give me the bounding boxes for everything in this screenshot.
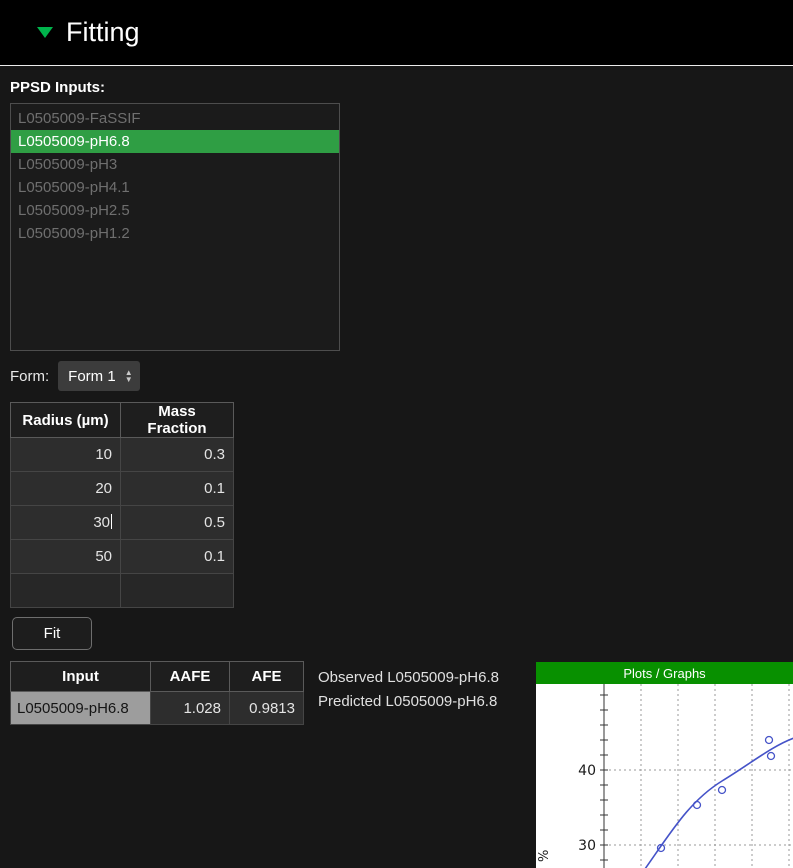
result-aafe-cell: 1.028	[151, 692, 230, 725]
plot-panel: Plots / Graphs	[536, 662, 793, 868]
table-header-row: Radius (µm) Mass Fraction	[11, 403, 234, 438]
afe-column-header: AFE	[230, 662, 304, 692]
list-item[interactable]: L0505009-pH1.2	[11, 222, 339, 245]
section-header: Fitting	[0, 0, 793, 66]
plot-legend: Observed L0505009-pH6.8 Predicted L05050…	[318, 666, 499, 714]
data-point-marker	[694, 802, 701, 809]
radius-mass-table: Radius (µm) Mass Fraction 10 0.3 20 0.1 …	[10, 402, 234, 608]
radius-column-header: Radius (µm)	[11, 403, 121, 438]
table-row: 20 0.1	[11, 472, 234, 506]
ppsd-inputs-label: PPSD Inputs:	[10, 79, 105, 96]
list-item[interactable]: L0505009-pH4.1	[11, 176, 339, 199]
plot-panel-title: Plots / Graphs	[623, 666, 705, 681]
spinner-arrows: ▲ ▼	[125, 369, 133, 383]
data-point-marker	[766, 737, 773, 744]
form-row: Form: Form 1 ▲ ▼	[10, 361, 140, 391]
list-item[interactable]: L0505009-pH3	[11, 153, 339, 176]
collapse-triangle-icon[interactable]	[37, 27, 53, 38]
legend-predicted: Predicted L0505009-pH6.8	[318, 690, 499, 714]
table-row-empty	[11, 574, 234, 608]
legend-observed: Observed L0505009-pH6.8	[318, 666, 499, 690]
ppsd-input-list[interactable]: L0505009-FaSSIF L0505009-pH6.8 L0505009-…	[10, 103, 340, 351]
data-point-marker	[768, 753, 775, 760]
plot-canvas[interactable]: 40 30 %	[536, 684, 793, 868]
fit-button[interactable]: Fit	[12, 617, 92, 650]
data-point-marker	[658, 845, 665, 852]
y-tick-label: 30	[578, 838, 596, 854]
radius-cell[interactable]: 20	[11, 472, 121, 506]
mass-fraction-cell[interactable]: 0.1	[121, 472, 234, 506]
mass-fraction-column-header: Mass Fraction	[121, 403, 234, 438]
data-point-marker	[719, 787, 726, 794]
table-row: 10 0.3	[11, 438, 234, 472]
list-item[interactable]: L0505009-pH2.5	[11, 199, 339, 222]
radius-cell-editing[interactable]: 30	[11, 506, 121, 540]
table-row: 30 0.5	[11, 506, 234, 540]
fit-results-table: Input AAFE AFE L0505009-pH6.8 1.028 0.98…	[10, 661, 304, 725]
mass-fraction-cell[interactable]: 0.5	[121, 506, 234, 540]
radius-cell[interactable]: 50	[11, 540, 121, 574]
observed-points	[658, 737, 775, 852]
form-select-value: Form 1	[68, 368, 116, 385]
list-item-selected[interactable]: L0505009-pH6.8	[11, 130, 339, 153]
results-row[interactable]: L0505009-pH6.8 1.028 0.9813	[11, 692, 304, 725]
spinner-down-icon[interactable]: ▼	[125, 376, 133, 383]
result-input-cell[interactable]: L0505009-pH6.8	[11, 692, 151, 725]
text-caret	[111, 514, 112, 529]
list-item[interactable]: L0505009-FaSSIF	[11, 107, 339, 130]
table-row: 50 0.1	[11, 540, 234, 574]
y-tick-label: 40	[578, 763, 596, 779]
plot-panel-header: Plots / Graphs	[536, 662, 793, 684]
form-select[interactable]: Form 1 ▲ ▼	[58, 361, 139, 391]
aafe-column-header: AAFE	[151, 662, 230, 692]
results-header-row: Input AAFE AFE	[11, 662, 304, 692]
y-axis-label: %	[537, 850, 552, 862]
mass-fraction-cell[interactable]: 0.3	[121, 438, 234, 472]
input-column-header: Input	[11, 662, 151, 692]
plot-body: 40 30 %	[536, 684, 793, 868]
mass-fraction-cell[interactable]	[121, 574, 234, 608]
radius-cell[interactable]: 10	[11, 438, 121, 472]
plot-grid	[604, 684, 793, 868]
radius-cell[interactable]	[11, 574, 121, 608]
fitting-panel: Fitting PPSD Inputs: L0505009-FaSSIF L05…	[0, 0, 793, 868]
radius-cell-value: 30	[93, 514, 110, 531]
page-title: Fitting	[66, 17, 140, 48]
form-label: Form:	[10, 368, 49, 385]
mass-fraction-cell[interactable]: 0.1	[121, 540, 234, 574]
result-afe-cell: 0.9813	[230, 692, 304, 725]
